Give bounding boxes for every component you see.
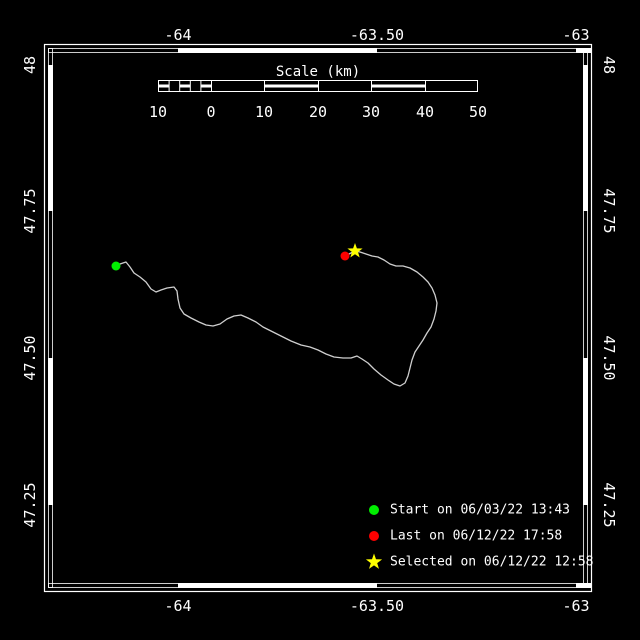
legend-last-label: Last on 06/12/22 17:58 — [390, 529, 562, 544]
scalebar-label-6: 50 — [469, 103, 487, 121]
lon-label-bottom-2: -63 — [562, 597, 589, 615]
legend-selected-label: Selected on 06/12/22 12:58 — [390, 555, 594, 570]
scalebar-label-1: 0 — [206, 103, 215, 121]
lat-label-right-3: 47.25 — [600, 482, 618, 527]
legend-start-label: Start on 06/03/22 13:43 — [390, 503, 570, 518]
band-seg-right-1 — [583, 65, 588, 211]
scalebar-label-4: 30 — [362, 103, 380, 121]
lon-label-bottom-0: -64 — [164, 597, 191, 615]
background — [0, 0, 640, 640]
last-marker — [341, 252, 350, 261]
lon-label-bottom-1: -63.50 — [350, 597, 404, 615]
band-seg-top-2 — [576, 48, 591, 53]
start-marker — [112, 262, 121, 271]
lat-label-right-1: 47.75 — [600, 188, 618, 233]
lat-label-left-2: 47.50 — [21, 335, 39, 380]
band-seg-left-1 — [48, 65, 53, 211]
lat-label-right-2: 47.50 — [600, 335, 618, 380]
legend-start-dot-icon — [369, 505, 379, 515]
lat-label-left-0: 48 — [21, 56, 39, 74]
lat-label-right-0: 48 — [600, 56, 618, 74]
legend-last-dot-icon — [369, 531, 379, 541]
scalebar-label-0: 10 — [149, 103, 167, 121]
band-seg-top-1 — [178, 48, 377, 53]
map-canvas: -64 -63.50 -63 -64 -63.50 -63 48 47.75 4… — [0, 0, 640, 640]
scalebar-label-5: 40 — [416, 103, 434, 121]
band-seg-left-2 — [48, 358, 53, 505]
lat-label-left-3: 47.25 — [21, 482, 39, 527]
band-seg-bottom-1 — [178, 583, 377, 588]
legend: Start on 06/03/22 13:43 Last on 06/12/22… — [366, 503, 594, 570]
lon-label-top-0: -64 — [164, 26, 191, 44]
band-seg-bottom-2 — [576, 583, 591, 588]
scalebar-label-2: 10 — [255, 103, 273, 121]
scalebar-title: Scale (km) — [276, 64, 360, 80]
band-seg-right-2 — [583, 358, 588, 505]
scalebar-label-3: 20 — [309, 103, 327, 121]
lon-label-top-2: -63 — [562, 26, 589, 44]
lat-label-left-1: 47.75 — [21, 188, 39, 233]
lon-label-top-1: -63.50 — [350, 26, 404, 44]
